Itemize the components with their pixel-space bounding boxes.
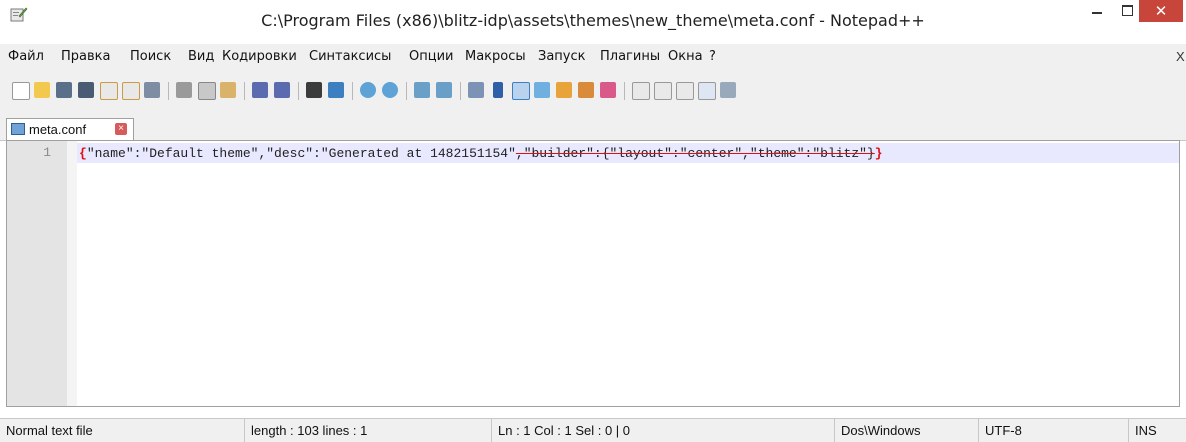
status-length-lines: length : 103 lines : 1 xyxy=(251,423,368,438)
tab-label: meta.conf xyxy=(29,122,87,137)
menu-view[interactable]: Вид xyxy=(188,49,214,64)
toolbar-separator xyxy=(168,82,169,100)
function-list-icon[interactable] xyxy=(556,82,572,98)
find-icon[interactable] xyxy=(306,82,322,98)
menu-options[interactable]: Опции xyxy=(409,49,453,64)
toolbar-separator xyxy=(244,82,245,100)
saved-file-icon xyxy=(11,123,25,135)
toolbar-separator xyxy=(352,82,353,100)
status-file-type: Normal text file xyxy=(6,423,93,438)
menu-bar: Файл Правка Поиск Вид Кодировки Синтакси… xyxy=(0,44,1186,66)
record-macro-icon[interactable] xyxy=(632,82,650,100)
folder-workspace-icon[interactable] xyxy=(578,82,594,98)
minimize-icon xyxy=(1092,12,1102,14)
save-all-icon[interactable] xyxy=(78,82,94,98)
status-file-type-cell: Normal text file xyxy=(0,419,245,442)
notepadpp-window: C:\Program Files (x86)\blitz-idp\assets\… xyxy=(0,0,1186,442)
sync-vertical-icon[interactable] xyxy=(414,82,430,98)
document-map-icon[interactable] xyxy=(534,82,550,98)
menu-help[interactable]: ? xyxy=(709,49,716,64)
toolbar-separator xyxy=(624,82,625,100)
toolbar xyxy=(0,66,1186,114)
brace-open: { xyxy=(79,146,87,161)
toolbar-separator xyxy=(298,82,299,100)
status-encoding-cell: UTF-8 xyxy=(979,419,1129,442)
replace-icon[interactable] xyxy=(328,82,344,98)
undo-icon[interactable] xyxy=(252,82,268,98)
minimize-button[interactable] xyxy=(1083,0,1111,22)
code-line[interactable]: {"name":"Default theme","desc":"Generate… xyxy=(79,146,883,161)
menu-encoding[interactable]: Кодировки xyxy=(222,49,297,64)
cut-icon[interactable] xyxy=(176,82,192,98)
toolbar-separator xyxy=(460,82,461,100)
menu-plugins[interactable]: Плагины xyxy=(600,49,660,64)
toolbar-separator xyxy=(406,82,407,100)
tab-meta-conf[interactable]: meta.conf × xyxy=(6,118,134,140)
close-all-icon[interactable] xyxy=(122,82,140,100)
print-icon[interactable] xyxy=(144,82,160,98)
menu-window[interactable]: Окна xyxy=(668,49,703,64)
tab-close-icon[interactable]: × xyxy=(115,123,127,135)
maximize-button[interactable] xyxy=(1113,0,1141,22)
word-wrap-icon[interactable] xyxy=(468,82,484,98)
line-number: 1 xyxy=(43,145,51,160)
paste-icon[interactable] xyxy=(220,82,236,98)
stop-macro-icon[interactable] xyxy=(654,82,672,100)
menu-search[interactable]: Поиск xyxy=(130,49,171,64)
tab-bar: meta.conf × xyxy=(0,114,1186,141)
zoom-out-icon[interactable] xyxy=(382,82,398,98)
title-bar: C:\Program Files (x86)\blitz-idp\assets\… xyxy=(0,0,1186,44)
status-mode: INS xyxy=(1135,423,1157,438)
status-position: Ln : 1 Col : 1 Sel : 0 | 0 xyxy=(498,423,631,438)
play-macro-icon[interactable] xyxy=(676,82,694,100)
run-macro-multiple-icon[interactable] xyxy=(698,82,716,100)
status-bar: Normal text file length : 103 lines : 1 … xyxy=(0,418,1186,442)
status-eol: Dos\Windows xyxy=(841,423,921,438)
close-icon: ✕ xyxy=(1154,2,1168,20)
save-macro-icon[interactable] xyxy=(720,82,736,98)
save-icon[interactable] xyxy=(56,82,72,98)
brace-close: } xyxy=(874,146,883,161)
show-all-chars-icon[interactable] xyxy=(493,82,503,98)
open-file-icon[interactable] xyxy=(34,82,50,98)
menu-run[interactable]: Запуск xyxy=(538,49,586,64)
status-position-cell: Ln : 1 Col : 1 Sel : 0 | 0 xyxy=(492,419,835,442)
menu-macros[interactable]: Макросы xyxy=(465,49,526,64)
indent-guide-icon[interactable] xyxy=(512,82,530,100)
window-title: C:\Program Files (x86)\blitz-idp\assets\… xyxy=(261,11,925,30)
status-mode-cell: INS xyxy=(1129,419,1186,442)
maximize-icon xyxy=(1122,5,1133,16)
redo-icon[interactable] xyxy=(274,82,290,98)
editor-area[interactable]: 1 {"name":"Default theme","desc":"Genera… xyxy=(6,140,1180,407)
sync-horizontal-icon[interactable] xyxy=(436,82,452,98)
fold-margin xyxy=(67,141,77,406)
line-number-gutter: 1 xyxy=(7,141,67,406)
status-encoding: UTF-8 xyxy=(985,423,1022,438)
close-file-icon[interactable] xyxy=(100,82,118,100)
menu-close-button[interactable]: X xyxy=(1176,49,1185,64)
code-text-part1: "name":"Default theme","desc":"Generated… xyxy=(86,146,516,161)
new-file-icon[interactable] xyxy=(12,82,30,100)
menu-edit[interactable]: Правка xyxy=(61,49,110,64)
code-text-part2: ,"builder":{"layout":"center","theme":"b… xyxy=(515,146,875,161)
close-window-button[interactable]: ✕ xyxy=(1139,0,1183,22)
zoom-in-icon[interactable] xyxy=(360,82,376,98)
copy-icon[interactable] xyxy=(198,82,216,100)
menu-syntax[interactable]: Синтаксисы xyxy=(309,49,391,64)
status-eol-cell[interactable]: Dos\Windows xyxy=(835,419,979,442)
monitoring-icon[interactable] xyxy=(600,82,616,98)
menu-file[interactable]: Файл xyxy=(8,49,44,64)
status-length-cell: length : 103 lines : 1 xyxy=(245,419,492,442)
